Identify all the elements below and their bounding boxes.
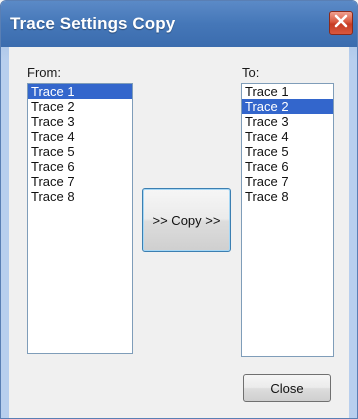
to-list-item[interactable]: Trace 5 (242, 144, 333, 159)
to-list-item[interactable]: Trace 8 (242, 189, 333, 204)
to-listbox[interactable]: Trace 1 Trace 2 Trace 3 Trace 4 Trace 5 Trace… (241, 83, 334, 357)
from-list-item[interactable]: Trace 5 (28, 144, 132, 159)
to-list-items: Trace 1 Trace 2 Trace 3 Trace 4 Trace 5 Trace… (242, 84, 333, 204)
from-listbox[interactable]: Trace 1 Trace 2 Trace 3 Trace 4 Trace 5 Trace… (27, 83, 133, 354)
from-list-item[interactable]: Trace 3 (28, 114, 132, 129)
from-list-item[interactable]: Trace 4 (28, 129, 132, 144)
dialog-window: Trace Settings Copy From: Trace 1 Trace 2… (0, 0, 358, 419)
from-list-item[interactable]: Trace 8 (28, 189, 132, 204)
close-icon (334, 14, 348, 33)
to-list-item[interactable]: Trace 2 (242, 99, 333, 114)
from-list-item[interactable]: Trace 2 (28, 99, 132, 114)
close-button[interactable]: Close (243, 374, 331, 402)
window-close-button[interactable] (329, 11, 353, 35)
dialog-body: From: Trace 1 Trace 2 Trace 3 Trace 4 Trace … (9, 47, 349, 418)
from-list-item[interactable]: Trace 6 (28, 159, 132, 174)
from-list-item[interactable]: Trace 1 (28, 84, 132, 99)
from-list-item[interactable]: Trace 7 (28, 174, 132, 189)
from-list-items: Trace 1 Trace 2 Trace 3 Trace 4 Trace 5 Trace… (28, 84, 132, 204)
to-list-item[interactable]: Trace 1 (242, 84, 333, 99)
to-label: To: (242, 65, 260, 80)
to-list-item[interactable]: Trace 3 (242, 114, 333, 129)
title-bar[interactable]: Trace Settings Copy (1, 1, 357, 47)
copy-button[interactable]: >> Copy >> (142, 188, 231, 252)
from-label: From: (27, 65, 61, 80)
window-title: Trace Settings Copy (10, 14, 176, 33)
to-list-item[interactable]: Trace 7 (242, 174, 333, 189)
to-list-item[interactable]: Trace 4 (242, 129, 333, 144)
to-list-item[interactable]: Trace 6 (242, 159, 333, 174)
